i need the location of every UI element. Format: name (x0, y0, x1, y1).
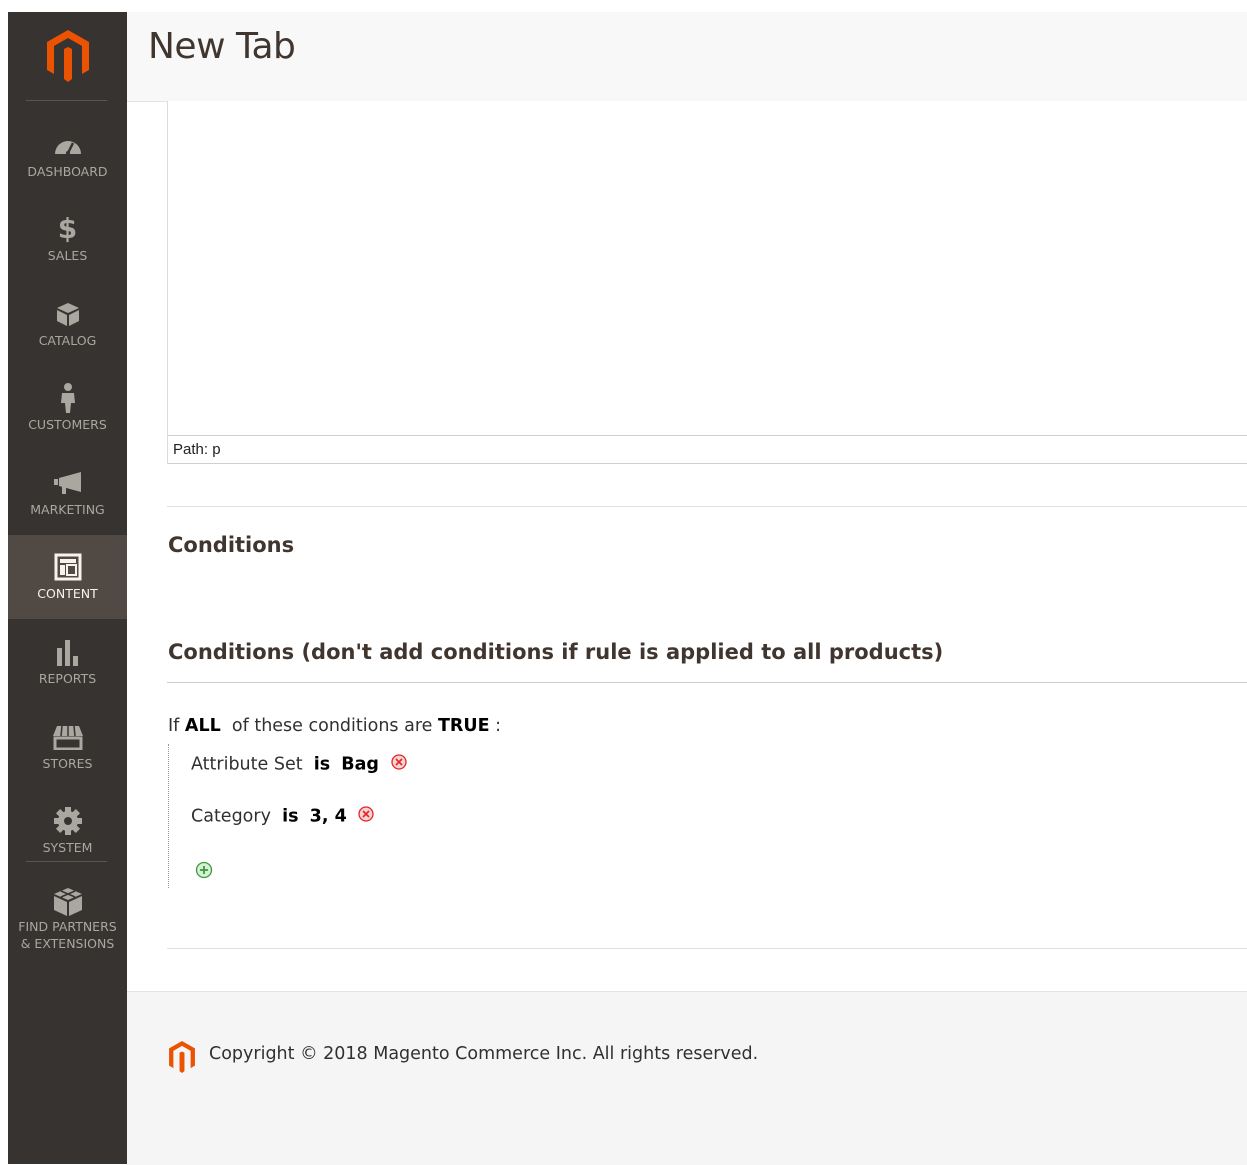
conditions-aggregator-line: If ALL of these conditions are TRUE : (168, 716, 501, 736)
condition-operator[interactable]: is (314, 755, 330, 775)
nav-marketing[interactable]: MARKETING (8, 451, 127, 535)
condition-rule: Category is 3, 4 (191, 806, 374, 827)
condition-value[interactable]: 3, 4 (310, 807, 347, 827)
nav-catalog[interactable]: CATALOG (8, 282, 127, 366)
nav-customers[interactable]: CUSTOMERS (8, 366, 127, 450)
condition-attribute: Attribute Set (191, 754, 303, 775)
magento-logo[interactable] (8, 12, 127, 100)
nav-label: DASHBOARD (27, 163, 108, 179)
magento-logo-icon (46, 30, 89, 82)
nav-stores[interactable]: STORES (8, 705, 127, 789)
condition-value[interactable]: Bag (341, 755, 379, 775)
subtitle-underline (167, 682, 1247, 683)
nav-reports[interactable]: REPORTS (8, 620, 127, 704)
page-footer: Copyright © 2018 Magento Commerce Inc. A… (127, 991, 1247, 1165)
gear-icon (53, 806, 83, 835)
wysiwyg-editor: Path: p (167, 101, 1247, 464)
nav-content[interactable]: CONTENT (8, 535, 127, 619)
remove-condition-icon[interactable] (390, 754, 407, 775)
admin-sidebar: DASHBOARD $ SALES CATALOG CUSTOMERS MARK… (8, 12, 127, 1164)
page-header: New Tab (127, 12, 1247, 102)
condition-attribute: Category (191, 806, 271, 827)
conditions-fieldset-title[interactable]: Conditions (168, 533, 294, 557)
conditions-subtitle: Conditions (don't add conditions if rule… (168, 640, 944, 664)
nav-label: FIND PARTNERS & EXTENSIONS (18, 919, 117, 951)
condition-operator[interactable]: is (282, 807, 298, 827)
aggregator-text: of these conditions are (231, 716, 433, 736)
box-icon (55, 300, 81, 328)
nav-sales[interactable]: $ SALES (8, 197, 127, 281)
person-icon (59, 382, 77, 413)
cubes-icon (52, 888, 84, 916)
dashboard-icon (53, 131, 83, 159)
section-divider (167, 506, 1247, 507)
copyright-text: Copyright © 2018 Magento Commerce Inc. A… (209, 1044, 759, 1064)
nav-label: CONTENT (37, 585, 98, 601)
conditions-tree-line (168, 744, 169, 888)
nav-label: MARKETING (30, 501, 105, 517)
layout-icon (54, 553, 82, 581)
nav-label: STORES (42, 755, 93, 771)
nav-label: REPORTS (38, 670, 97, 686)
nav-label: CATALOG (38, 332, 97, 348)
condition-rule: Attribute Set is Bag (191, 754, 407, 775)
nav-label: SALES (47, 247, 88, 263)
page-title: New Tab (148, 26, 296, 67)
editor-path: Path: p (173, 441, 221, 458)
magento-footer-logo-icon (168, 1041, 196, 1077)
sidebar-divider (26, 861, 107, 862)
nav-dashboard[interactable]: DASHBOARD (8, 113, 127, 197)
nav-label: SYSTEM (42, 839, 93, 855)
megaphone-icon (53, 469, 83, 497)
aggregator-select[interactable]: ALL (185, 716, 221, 736)
add-condition-icon[interactable] (195, 861, 213, 883)
if-label: If (168, 716, 180, 736)
colon: : (495, 716, 502, 736)
store-icon (52, 723, 84, 751)
sidebar-divider (26, 100, 107, 101)
bar-chart-icon (55, 638, 81, 666)
dollar-icon: $ (57, 212, 78, 245)
editor-content-area[interactable] (168, 101, 1247, 436)
nav-find-partners[interactable]: FIND PARTNERS & EXTENSIONS (8, 870, 127, 970)
nav-label: CUSTOMERS (28, 416, 107, 432)
section-divider (167, 948, 1247, 949)
remove-condition-icon[interactable] (358, 806, 374, 827)
value-select[interactable]: TRUE (438, 716, 490, 736)
